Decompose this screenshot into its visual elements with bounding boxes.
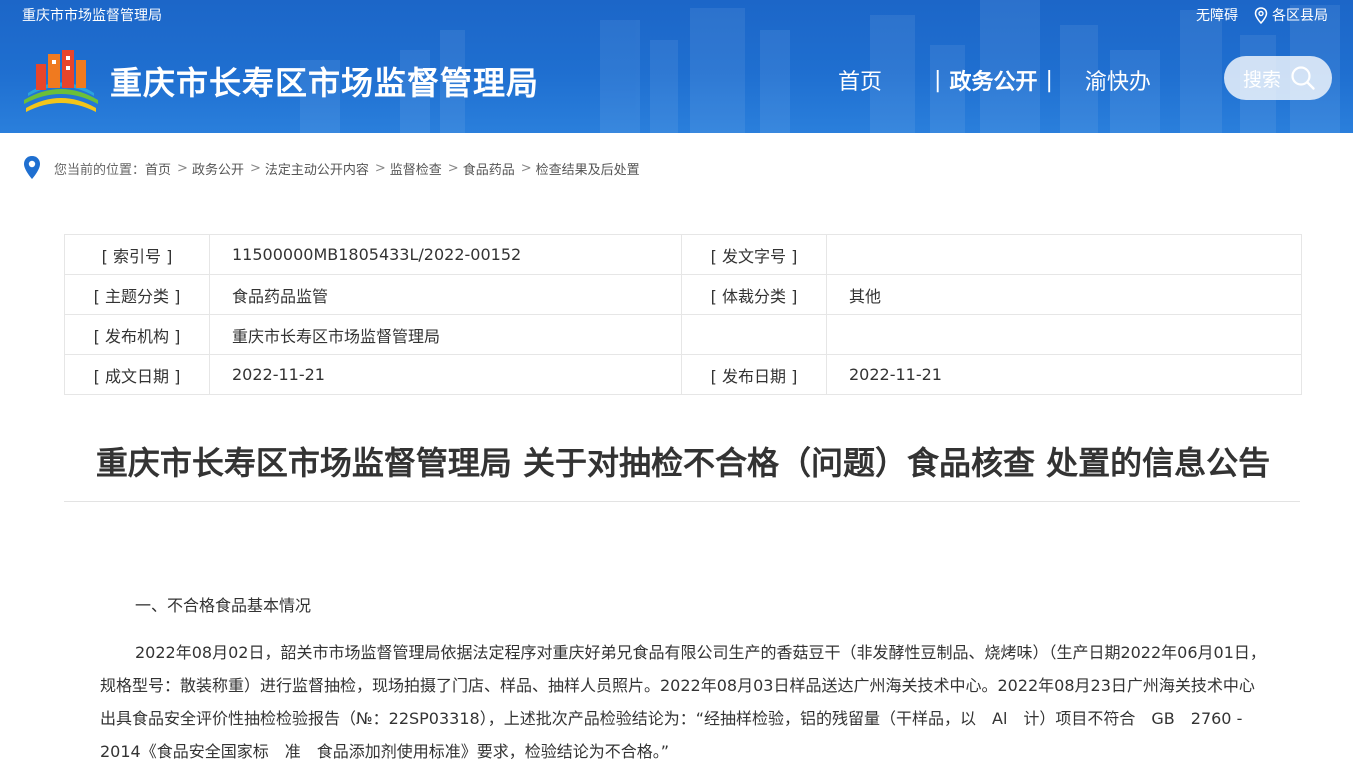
main-nav: 首页 | 政务公开 | 渝快办	[838, 64, 1151, 96]
meta-value: 2022-11-21	[826, 354, 1302, 395]
search-icon	[1291, 66, 1315, 90]
search-button[interactable]: 搜索	[1224, 56, 1332, 100]
nav-gov-affairs[interactable]: 政务公开	[949, 64, 1037, 96]
meta-key: [ 索引号 ]	[64, 234, 210, 275]
breadcrumb-supervision[interactable]: 监督检查	[390, 159, 442, 178]
table-row: [ 发布机构 ] 重庆市长寿区市场监督管理局	[64, 314, 1302, 355]
document-meta-table: [ 索引号 ] 11500000MB1805433L/2022-00152 [ …	[64, 234, 1302, 395]
breadcrumb-arrow: >	[447, 160, 459, 176]
breadcrumb-results[interactable]: 检查结果及后处置	[536, 159, 640, 178]
nav-home[interactable]: 首页	[838, 64, 882, 96]
location-pin-icon	[1254, 6, 1268, 24]
table-row: [ 索引号 ] 11500000MB1805433L/2022-00152 [ …	[64, 234, 1302, 275]
article-paragraph: 2022年08月02日，韶关市市场监督管理局依据法定程序对重庆好弟兄食品有限公司…	[100, 643, 1266, 761]
site-title[interactable]: 重庆市长寿区市场监督管理局	[110, 58, 539, 104]
region-link[interactable]: 各区县局	[1254, 5, 1328, 25]
meta-key: [ 成文日期 ]	[64, 354, 210, 395]
table-row: [ 成文日期 ] 2022-11-21 [ 发布日期 ] 2022-11-21	[64, 354, 1302, 395]
accessibility-link[interactable]: 无障碍	[1196, 5, 1238, 25]
article-title: 重庆市长寿区市场监督管理局 关于对抽检不合格（问题）食品核查 处置的信息公告	[95, 444, 1271, 482]
meta-key	[681, 314, 827, 355]
breadcrumb-arrow: >	[520, 160, 532, 176]
meta-value	[826, 314, 1302, 355]
breadcrumb-arrow: >	[374, 160, 386, 176]
nav-yukuaiban[interactable]: 渝快办	[1085, 64, 1151, 96]
site-header: 重庆市市场监督管理局 无障碍 各区县局 重庆市长寿区市场监督管理局 首页 | 政…	[0, 0, 1353, 133]
meta-key: [ 发文字号 ]	[681, 234, 827, 275]
meta-value: 2022-11-21	[209, 354, 682, 395]
breadcrumb-statutory[interactable]: 法定主动公开内容	[265, 159, 369, 178]
meta-key: [ 发布日期 ]	[681, 354, 827, 395]
region-label: 各区县局	[1272, 8, 1328, 24]
meta-value: 重庆市长寿区市场监督管理局	[209, 314, 682, 355]
meta-value: 11500000MB1805433L/2022-00152	[209, 234, 682, 275]
search-label: 搜索	[1243, 68, 1282, 91]
breadcrumb-home[interactable]: 首页	[145, 159, 171, 178]
meta-value: 其他	[826, 274, 1302, 315]
nav-separator: |	[934, 67, 942, 93]
location-pin-icon	[24, 156, 40, 179]
breadcrumb: 您当前的位置： 首页 > 政务公开 > 法定主动公开内容 > 监督检查 > 食品…	[22, 155, 640, 181]
emblem-logo[interactable]	[22, 46, 100, 116]
meta-value: 食品药品监管	[209, 274, 682, 315]
breadcrumb-food-drug[interactable]: 食品药品	[463, 159, 515, 178]
nav-separator: |	[1045, 67, 1053, 93]
breadcrumb-arrow: >	[249, 160, 261, 176]
meta-key: [ 主题分类 ]	[64, 274, 210, 315]
meta-value	[826, 234, 1302, 275]
topbar-links: 无障碍 各区县局	[1196, 5, 1328, 25]
meta-key: [ 体裁分类 ]	[681, 274, 827, 315]
section-heading: 一、不合格食品基本情况	[135, 596, 312, 615]
breadcrumb-arrow: >	[177, 160, 188, 176]
meta-key: [ 发布机构 ]	[64, 314, 210, 355]
parent-site-link[interactable]: 重庆市市场监督管理局	[22, 5, 162, 25]
breadcrumb-prefix: 您当前的位置：	[54, 162, 146, 178]
title-divider	[64, 501, 1300, 502]
breadcrumb-gov-affairs[interactable]: 政务公开	[192, 159, 244, 178]
table-row: [ 主题分类 ] 食品药品监管 [ 体裁分类 ] 其他	[64, 274, 1302, 315]
